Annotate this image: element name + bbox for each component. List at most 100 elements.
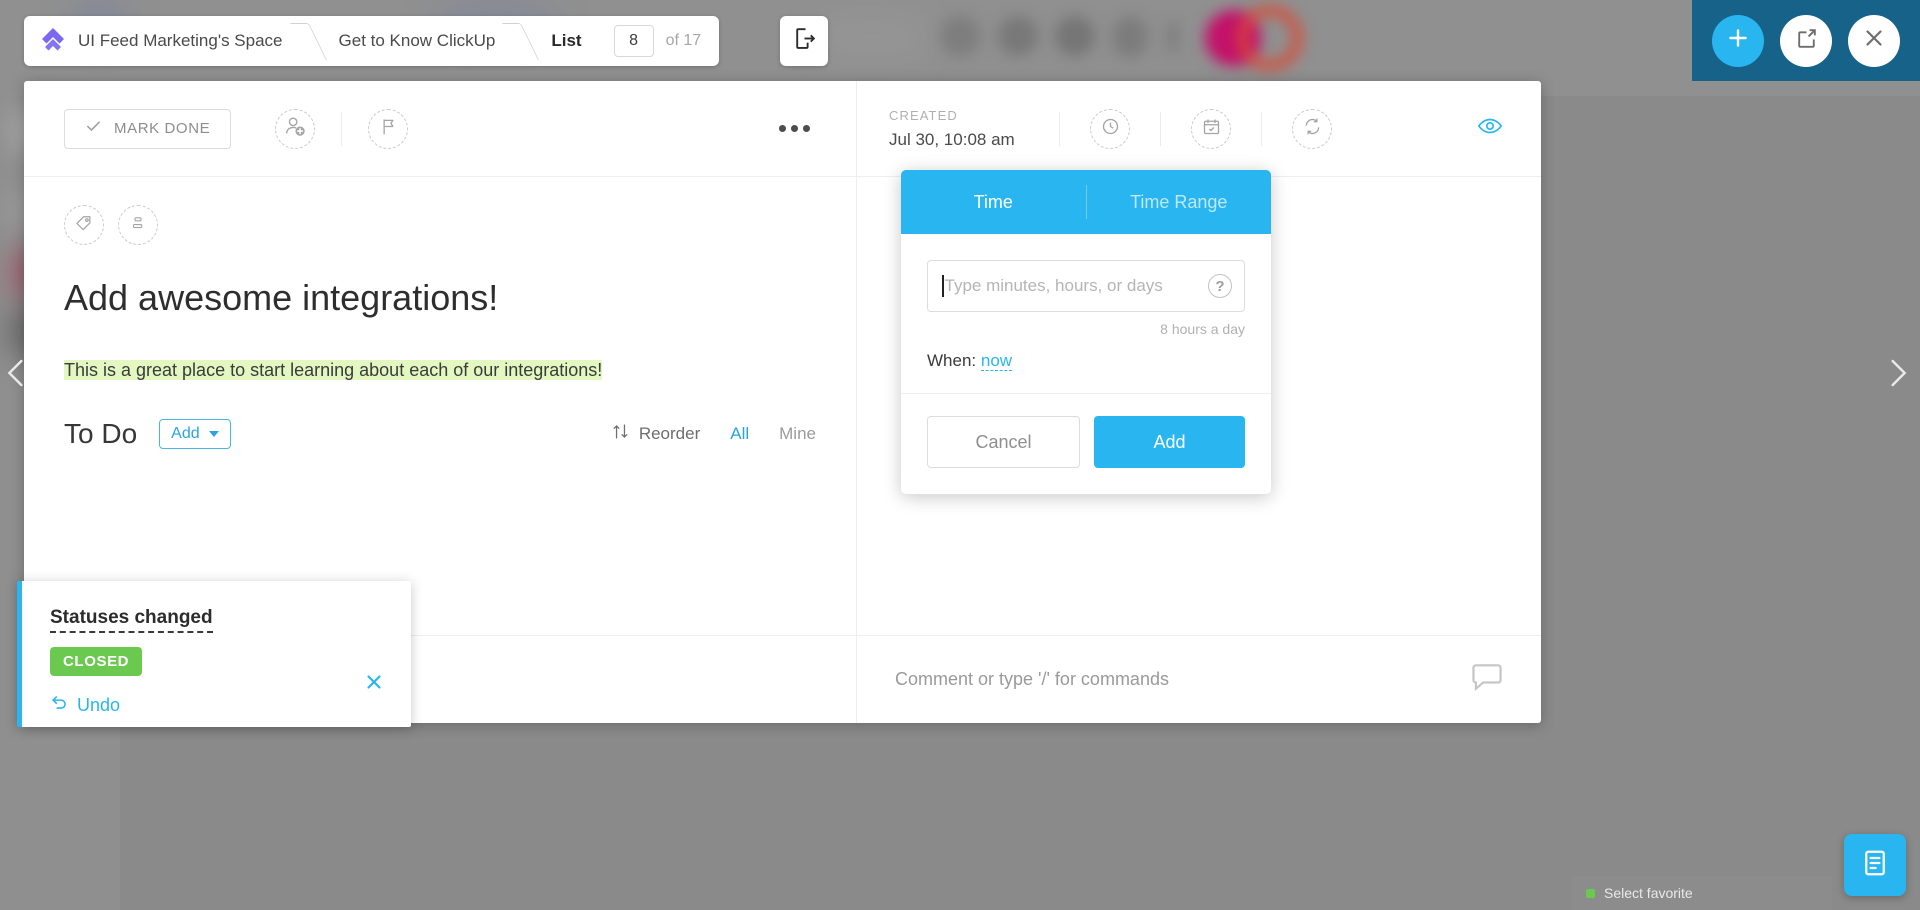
background-icon-3 bbox=[1055, 16, 1095, 56]
task-action-header: MARK DONE bbox=[24, 81, 856, 177]
created-block: CREATED Jul 30, 10:08 am bbox=[889, 108, 1059, 150]
task-meta-chips bbox=[64, 205, 816, 245]
time-tracking-popup: Time Time Range Type minutes, hours, or … bbox=[901, 170, 1271, 494]
background-icon-5 bbox=[1168, 22, 1178, 52]
comment-placeholder: Comment or type '/' for commands bbox=[895, 669, 1169, 689]
task-position-input[interactable]: 8 bbox=[613, 25, 654, 57]
background-avatar-ring bbox=[1238, 6, 1302, 70]
time-estimate-button[interactable] bbox=[1090, 108, 1130, 149]
close-icon bbox=[1861, 25, 1887, 56]
open-in-full-button[interactable] bbox=[1780, 14, 1832, 67]
created-value: Jul 30, 10:08 am bbox=[889, 129, 1015, 149]
close-icon[interactable] bbox=[363, 671, 385, 699]
previous-task-button[interactable] bbox=[0, 350, 32, 407]
recurring-button[interactable] bbox=[1292, 108, 1332, 149]
subtask-heading: To Do bbox=[64, 418, 138, 449]
recurring-icon bbox=[1302, 116, 1323, 142]
comment-input[interactable]: Comment or type '/' for commands bbox=[857, 636, 1541, 723]
chevron-down-icon bbox=[208, 431, 219, 437]
cancel-button[interactable]: Cancel bbox=[927, 416, 1080, 468]
ellipsis-dot bbox=[779, 125, 786, 132]
status-badge: CLOSED bbox=[50, 647, 143, 676]
time-popup-tabs: Time Time Range bbox=[901, 170, 1271, 234]
breadcrumb-item-folder[interactable]: Get to Know ClickUp bbox=[323, 16, 510, 66]
ellipsis-dot bbox=[791, 125, 798, 132]
when-label: When: bbox=[927, 351, 977, 370]
help-icon[interactable]: ? bbox=[1208, 274, 1232, 298]
time-popup-actions: Cancel Add bbox=[901, 394, 1271, 494]
details-divider-3 bbox=[1261, 111, 1262, 146]
comment-bubble-icon[interactable] bbox=[1469, 661, 1505, 698]
add-time-button[interactable]: Add bbox=[1094, 416, 1245, 468]
add-assignee-icon bbox=[283, 114, 307, 143]
add-assignee-button[interactable] bbox=[275, 108, 316, 149]
undo-label: Undo bbox=[77, 694, 121, 715]
when-value[interactable]: now bbox=[980, 351, 1013, 371]
custom-fields-icon bbox=[129, 214, 147, 237]
task-title[interactable]: Add awesome integrations! bbox=[64, 277, 816, 319]
tab-time[interactable]: Time bbox=[901, 192, 1086, 213]
notepad-button[interactable] bbox=[1844, 834, 1906, 896]
background-smudge-search-field bbox=[820, 20, 920, 54]
watch-task-button[interactable] bbox=[1473, 113, 1507, 144]
filter-mine[interactable]: Mine bbox=[779, 424, 816, 444]
breadcrumb-separator-1 bbox=[297, 16, 323, 66]
details-divider-2 bbox=[1160, 111, 1161, 146]
chevron-left-icon bbox=[0, 354, 32, 406]
add-tag-button[interactable] bbox=[64, 205, 104, 245]
add-task-button[interactable] bbox=[1712, 14, 1764, 67]
background-search-icon bbox=[940, 16, 980, 56]
time-input-hint: 8 hours a day bbox=[1160, 321, 1245, 337]
task-content: Add awesome integrations! This is a grea… bbox=[24, 177, 856, 390]
mark-done-button[interactable]: MARK DONE bbox=[64, 108, 232, 149]
plus-icon bbox=[1725, 25, 1751, 56]
calendar-check-icon bbox=[1201, 116, 1222, 142]
breadcrumb-list-label: List bbox=[551, 31, 582, 50]
next-task-button[interactable] bbox=[1882, 350, 1914, 407]
clickup-logo-icon bbox=[40, 26, 66, 56]
time-amount-input[interactable]: Type minutes, hours, or days ? bbox=[927, 260, 1245, 312]
toast-title[interactable]: Statuses changed bbox=[50, 607, 213, 633]
breadcrumb-item-list[interactable]: List bbox=[535, 16, 595, 66]
time-popup-body: Type minutes, hours, or days ? 8 hours a… bbox=[901, 234, 1271, 394]
subtask-section-header: To Do Add Reorder All Mine bbox=[24, 390, 856, 450]
close-task-button[interactable] bbox=[1848, 14, 1900, 67]
task-more-options-button[interactable] bbox=[779, 125, 810, 132]
breadcrumb-item-space[interactable]: UI Feed Marketing's Space bbox=[24, 16, 297, 66]
undo-icon bbox=[50, 693, 69, 717]
time-input-placeholder: Type minutes, hours, or days bbox=[944, 276, 1163, 295]
set-priority-button[interactable] bbox=[368, 108, 409, 149]
background-icon-4 bbox=[1112, 16, 1148, 58]
task-modal-body: MARK DONE Add awesome integrations! This… bbox=[24, 81, 1541, 635]
task-position-total: of 17 bbox=[665, 32, 702, 49]
export-task-button[interactable] bbox=[780, 16, 828, 66]
favorites-bar[interactable]: Select favorite bbox=[1572, 876, 1832, 910]
subtask-controls: Reorder All Mine bbox=[611, 422, 816, 446]
mark-done-label: MARK DONE bbox=[114, 120, 211, 137]
add-subtask-dropdown[interactable]: Add bbox=[159, 419, 231, 449]
status-changed-toast: Statuses changed CLOSED Undo bbox=[17, 581, 411, 727]
task-description-highlighted: This is a great place to start learning … bbox=[64, 360, 603, 380]
due-date-button[interactable] bbox=[1191, 108, 1231, 149]
clock-icon bbox=[1100, 116, 1121, 142]
notepad-icon bbox=[1860, 848, 1890, 883]
tab-time-range[interactable]: Time Range bbox=[1087, 192, 1272, 213]
reorder-button[interactable]: Reorder bbox=[611, 422, 700, 446]
task-description-line-1[interactable]: This is a great place to start learning … bbox=[64, 357, 816, 384]
favorites-label: Select favorite bbox=[1604, 885, 1693, 901]
details-divider-1 bbox=[1059, 111, 1060, 146]
export-task-icon bbox=[792, 26, 817, 56]
undo-button[interactable]: Undo bbox=[50, 693, 411, 717]
add-subtask-label: Add bbox=[171, 425, 200, 442]
ellipsis-dot bbox=[803, 125, 810, 132]
flag-icon bbox=[378, 116, 399, 142]
custom-fields-button[interactable] bbox=[118, 205, 158, 245]
header-divider bbox=[341, 111, 343, 146]
time-when-row: When: now bbox=[927, 351, 1245, 371]
top-right-action-bar bbox=[1692, 0, 1920, 81]
sort-icon bbox=[611, 422, 630, 446]
filter-all[interactable]: All bbox=[730, 424, 749, 444]
breadcrumb-separator-2 bbox=[509, 16, 535, 66]
breadcrumb-folder-label: Get to Know ClickUp bbox=[338, 31, 496, 50]
reorder-label: Reorder bbox=[638, 424, 701, 443]
